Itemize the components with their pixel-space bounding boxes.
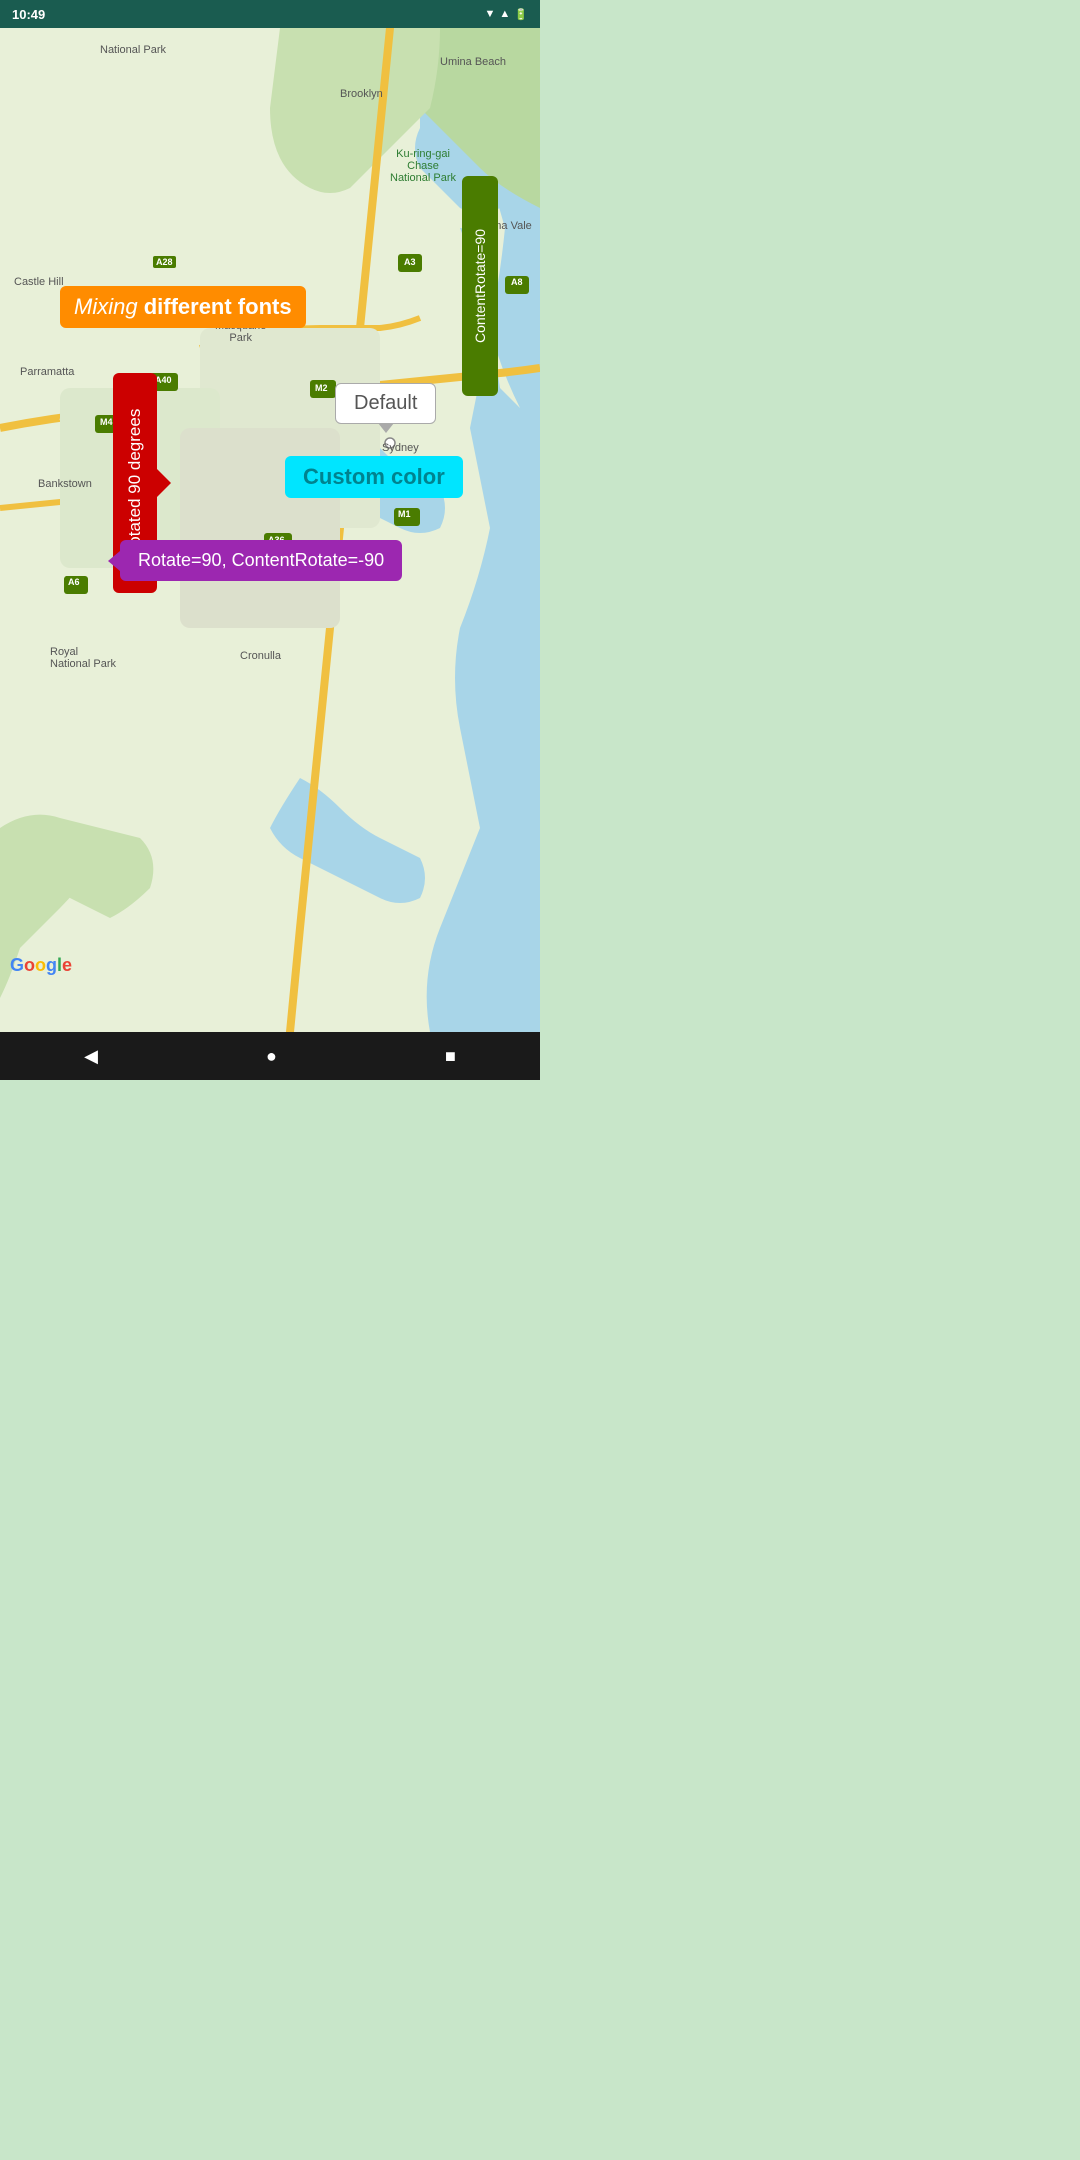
status-time: 10:49: [12, 7, 45, 22]
google-o2: o: [35, 955, 46, 975]
default-text: Default: [354, 392, 417, 414]
rotated-90-text: Rotated 90 degrees: [125, 408, 145, 557]
mixing-bold: different fonts: [138, 294, 292, 319]
label-default[interactable]: Default: [335, 383, 436, 424]
google-g2: g: [46, 955, 57, 975]
label-mixing-fonts[interactable]: Mixing different fonts: [60, 286, 306, 328]
status-bar: 10:49 ▼ ▲ 🔋: [0, 0, 540, 28]
map-background: [0, 28, 540, 1032]
content-rotate-text: ContentRotate=90: [472, 229, 488, 343]
status-icons: ▼ ▲ 🔋: [485, 8, 528, 21]
battery-icon: 🔋: [514, 8, 528, 21]
label-rotate90-content-rotate-minus90[interactable]: Rotate=90, ContentRotate=-90: [120, 540, 402, 581]
label-content-rotate[interactable]: ContentRotate=90: [462, 176, 498, 396]
map-container[interactable]: National Park Umina Beach Brooklyn Ku-ri…: [0, 28, 540, 1032]
custom-color-text: Custom color: [303, 464, 445, 489]
google-o1: o: [24, 955, 35, 975]
label-custom-color[interactable]: Custom color: [285, 456, 463, 498]
rotate90-text: Rotate=90, ContentRotate=-90: [138, 550, 384, 570]
home-button[interactable]: ●: [246, 1038, 297, 1075]
mixing-italic: Mixing: [74, 294, 138, 319]
google-g: G: [10, 955, 24, 975]
google-logo: Google: [10, 955, 72, 976]
back-button[interactable]: ◀: [64, 1038, 118, 1075]
navigation-bar: ◀ ● ■: [0, 1032, 540, 1080]
signal-icon: ▲: [499, 8, 510, 20]
wifi-icon: ▼: [485, 8, 496, 20]
google-e: e: [62, 955, 72, 975]
recent-button[interactable]: ■: [425, 1038, 476, 1075]
